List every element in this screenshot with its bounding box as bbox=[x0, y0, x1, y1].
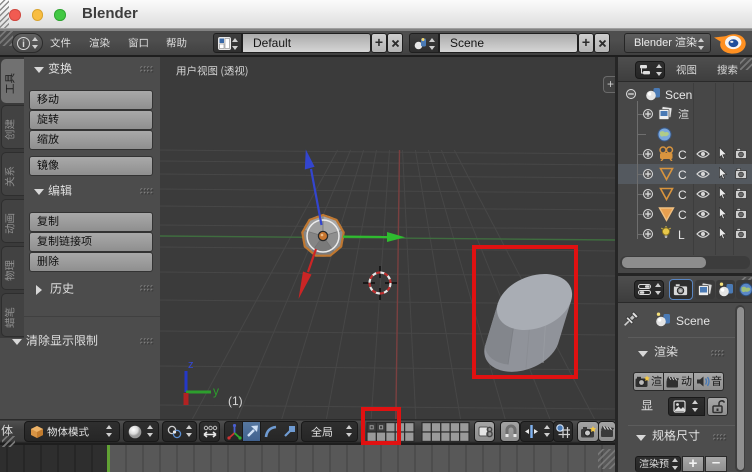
svg-text:y: y bbox=[213, 384, 219, 398]
svg-text:(1): (1) bbox=[228, 394, 243, 408]
svg-text:z: z bbox=[188, 359, 194, 371]
